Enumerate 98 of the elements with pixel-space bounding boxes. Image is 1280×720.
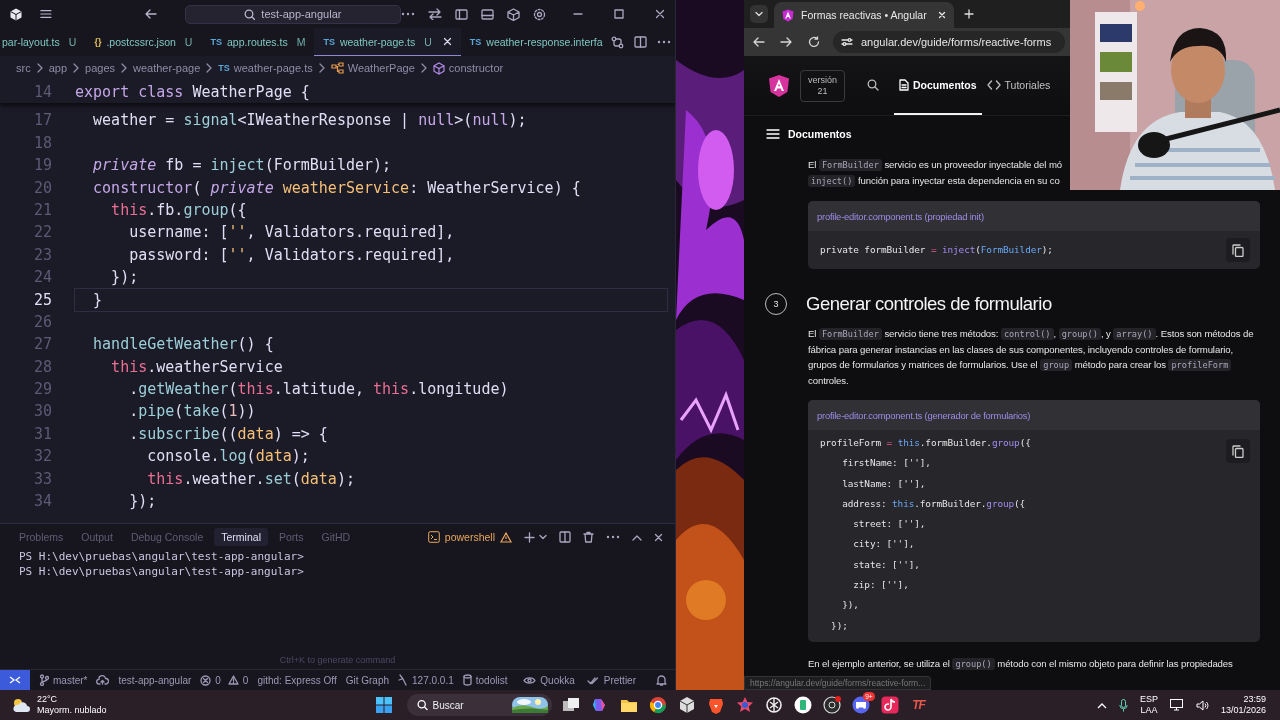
breadcrumb-item[interactable]: pages <box>85 62 115 74</box>
link-preview: https://angular.dev/guide/forms/reactive-form... <box>744 676 932 690</box>
code-line: city: [''], <box>852 537 916 552</box>
line-number: 21 <box>32 199 53 221</box>
terminal-line: PS H:\dev\pruebas\angular\test-app-angular> <box>19 564 305 579</box>
line-number: 32 <box>32 446 53 468</box>
line-number: 22 <box>32 222 53 244</box>
line-number: 26 <box>32 311 53 333</box>
code-line: lastName: [''], <box>841 476 927 491</box>
code-line: constructor( private weatherService: WeatherService) { <box>92 177 582 199</box>
code-line: profileForm = this.formBuilder.group({ <box>820 436 1032 450</box>
code-line: .subscribe((data) => { <box>128 423 329 445</box>
search-field[interactable]: test-app-angular <box>184 4 401 24</box>
line-number: 27 <box>32 334 53 356</box>
code-line: username: ['', Validators.required], <box>128 222 456 244</box>
breadcrumb-item[interactable]: app <box>48 62 68 74</box>
code-line: state: [''], <box>852 557 921 572</box>
section-heading: Generar controles de formulario <box>806 292 1052 316</box>
code-line: .getWeather(this.latitude, this.longitude) <box>128 379 510 401</box>
code-line: } <box>75 288 667 311</box>
code-line: }), <box>841 598 860 613</box>
code-block-title: profile-editor.component.ts (propiedad init) <box>808 201 1260 231</box>
status-item[interactable]: Quokka <box>523 674 575 686</box>
code-line: this.fb.group({ <box>110 199 248 221</box>
branch-status[interactable]: master* <box>39 674 110 686</box>
line-number: 18 <box>32 132 53 154</box>
code-line: firstName: [''], <box>841 456 932 471</box>
code-line: console.log(data); <box>146 446 311 468</box>
code-line: }); <box>830 618 849 633</box>
panel-tab[interactable]: Terminal <box>214 528 268 546</box>
code-line: .pipe(take(1)) <box>128 401 257 423</box>
line-number: 33 <box>32 468 53 490</box>
file-type-icon: TS <box>210 36 222 47</box>
code-line: this.weather.set(data); <box>146 468 356 490</box>
browser-tab[interactable]: Formas reactivas • Angular <box>774 2 954 28</box>
code-line: }); <box>128 491 158 513</box>
code-line: street: [''], <box>852 517 927 532</box>
status-item[interactable]: githd: Express Off <box>257 674 337 686</box>
app-logo[interactable]: TF <box>912 698 925 712</box>
breadcrumb-item[interactable]: weather-page <box>133 62 201 74</box>
editor-tab[interactable]: TS weather-response.interfa <box>460 28 612 56</box>
file-type-icon: TS <box>323 36 335 47</box>
editor-tab[interactable]: {} .postcssrc.json U <box>85 28 202 56</box>
line-number: 34 <box>32 491 53 513</box>
language-indicator[interactable]: ESP <box>1139 694 1158 705</box>
line-number: 20 <box>32 177 53 199</box>
line-number: 23 <box>32 244 53 266</box>
file-type-icon: TS <box>218 63 230 73</box>
line-number: 17 <box>32 110 53 132</box>
code-line: this.weatherService <box>110 356 284 378</box>
nav-tab[interactable]: Tutoriales <box>981 56 1056 115</box>
editor-tab[interactable]: TS weather-page.ts U <box>314 28 461 56</box>
line-number: 29 <box>32 379 53 401</box>
terminal-selector[interactable]: powershell <box>427 531 512 543</box>
line-number: 25 <box>32 289 53 311</box>
line-number: 30 <box>32 401 53 423</box>
code-line: }); <box>110 267 140 289</box>
breadcrumb-item[interactable]: constructor <box>432 61 504 75</box>
status-item[interactable]: Git Graph <box>345 674 390 686</box>
code-line: password: ['', Validators.required], <box>128 244 456 266</box>
nav-tab[interactable]: Documentos <box>894 56 982 115</box>
editor-tab[interactable]: par-layout.ts U <box>0 28 86 56</box>
problems-status[interactable]: 0 0 <box>200 674 249 686</box>
terminal-hint: Ctrl+K to generate command <box>278 655 397 667</box>
temperature: 22°C <box>37 694 59 705</box>
file-type-icon: TS <box>469 36 482 47</box>
paragraph: En el ejemplo anterior, se utiliza el group() método con el mismo objeto para definir las propiedades <box>808 656 1234 672</box>
section-title: Documentos <box>788 127 852 140</box>
code-line: address: this.formBuilder.group({ <box>841 496 1027 511</box>
code-line: export class WeatherPage { <box>75 82 311 103</box>
clock-date[interactable]: 13/01/2026 <box>1220 705 1266 716</box>
breadcrumb-item[interactable]: src <box>16 62 31 74</box>
line-number: 24 <box>32 267 53 289</box>
line-number: 28 <box>32 356 53 378</box>
code-line: private formBuilder = inject(FormBuilder); <box>820 242 1054 257</box>
version-select[interactable]: versión 21 <box>800 69 845 102</box>
code-line: handleGetWeather() { <box>92 334 275 356</box>
address-bar[interactable]: angular.dev/guide/forms/reactive-forms <box>833 31 1065 53</box>
keyboard-layout[interactable]: LAA <box>1140 705 1158 716</box>
project-status[interactable]: test-app-angular <box>118 674 192 686</box>
line-number: 31 <box>32 423 53 445</box>
code-line: weather = signal<IWeatherResponse | null>(null); <box>92 110 528 132</box>
server-status[interactable]: 127.0.0.1 <box>398 674 454 686</box>
code-block-title: profile-editor.component.ts (generador de formularios) <box>808 400 1260 430</box>
clock-time[interactable]: 23:59 <box>1243 694 1266 705</box>
file-type-icon: {} <box>94 36 102 47</box>
code-line: zip: [''], <box>852 578 910 593</box>
database-status[interactable]: todolist <box>462 674 508 686</box>
breadcrumb-item[interactable]: WeatherPage <box>330 62 415 74</box>
editor-tab[interactable]: TS app.routes.ts M <box>201 28 315 56</box>
breadcrumb-item[interactable]: TS weather-page.ts <box>218 62 313 74</box>
status-item[interactable]: Prettier <box>586 674 636 686</box>
line-number: 19 <box>32 155 53 177</box>
terminal-line: PS H:\dev\pruebas\angular\test-app-angular> <box>19 550 305 565</box>
code-line: private fb = inject(FormBuilder); <box>92 155 393 177</box>
paragraph: El FormBuilder servicio tiene tres métodos: control() , group() , y array() . Estos son métodos de fábrica para generar instancias en las clases de sus componentes, incluyendo controles de formulario, grupos de formularios y matrices de formularios. Use el group método para crear los profileForm controles. <box>808 327 1255 388</box>
weather-text: Mayorm. nublado <box>37 705 107 716</box>
line-number: 14 <box>32 82 53 103</box>
